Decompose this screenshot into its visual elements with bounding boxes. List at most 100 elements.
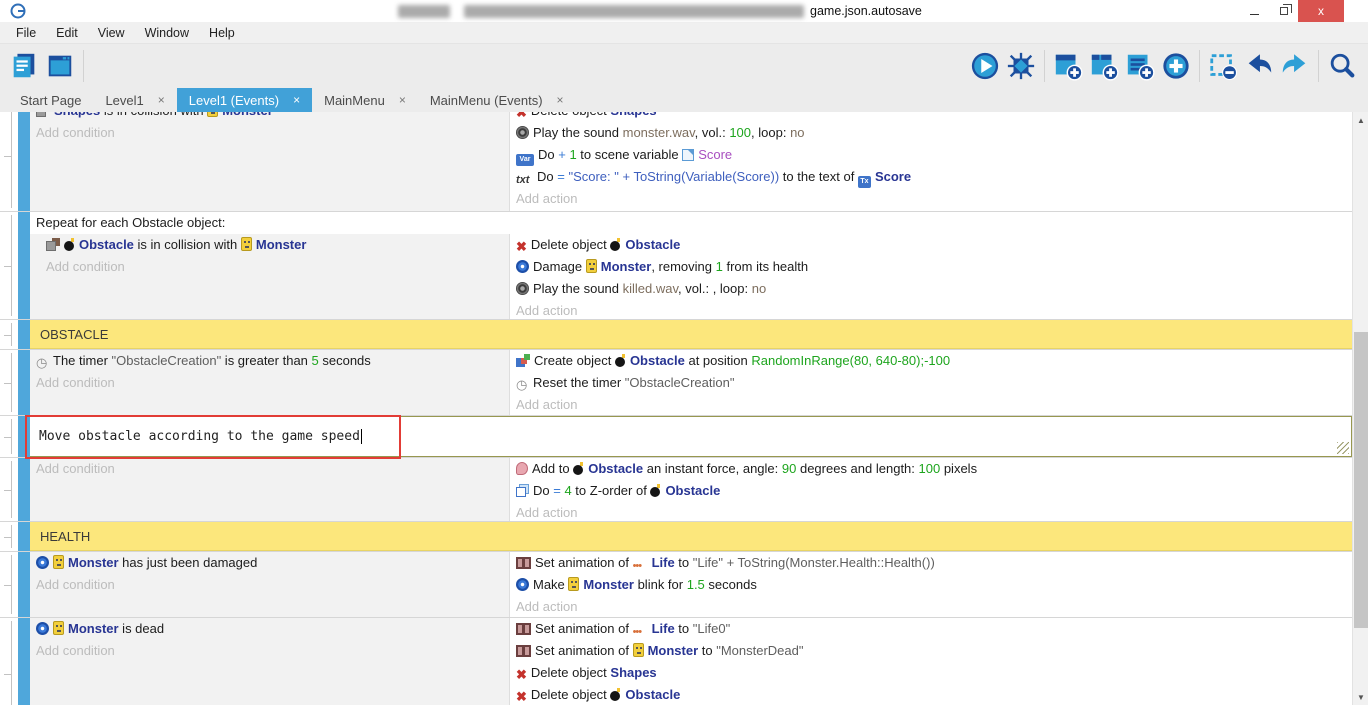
close-tab-icon[interactable]: × xyxy=(399,93,406,107)
event-selection-bar[interactable] xyxy=(18,212,30,319)
close-tab-icon[interactable]: × xyxy=(557,93,564,107)
menu-view[interactable]: View xyxy=(88,22,135,44)
add-condition-button[interactable]: Add condition xyxy=(30,574,509,596)
scene-editor-button[interactable] xyxy=(42,48,78,84)
add-action-button[interactable]: Add action xyxy=(510,300,1352,320)
tab-mainmenu[interactable]: MainMenu× xyxy=(312,88,418,112)
action-row[interactable]: Play the sound killed.wav, vol.: , loop:… xyxy=(510,278,1352,300)
tab-start-page[interactable]: Start Page xyxy=(8,88,93,112)
action-row[interactable]: Do + 1 to scene variable Score xyxy=(510,144,1352,166)
action-row[interactable]: Set animation of Life to "Life" + ToStri… xyxy=(510,552,1352,574)
text-segment: Obstacle xyxy=(665,483,720,498)
text-segment: Make xyxy=(533,577,568,592)
comment-banner[interactable]: OBSTACLE xyxy=(30,320,1352,349)
text-segment: 100 xyxy=(919,461,941,476)
event-selection-bar[interactable] xyxy=(18,416,30,457)
add-condition-button[interactable]: Add condition xyxy=(30,458,509,480)
event-selection-bar[interactable] xyxy=(18,458,30,521)
text-segment: , vol.: xyxy=(695,125,730,140)
event-content: The timer "ObstacleCreation" is greater … xyxy=(30,350,1352,415)
event-selection-bar[interactable] xyxy=(18,552,30,617)
text-segment: 1.5 xyxy=(687,577,705,592)
tab-level1[interactable]: Level1× xyxy=(93,88,176,112)
add-comment-button[interactable] xyxy=(1122,48,1158,84)
action-row[interactable]: Do = 4 to Z-order of Obstacle xyxy=(510,480,1352,502)
close-tab-icon[interactable]: × xyxy=(158,93,165,107)
debug-button[interactable] xyxy=(1003,48,1039,84)
play-button[interactable] xyxy=(967,48,1003,84)
menu-window[interactable]: Window xyxy=(135,22,199,44)
add-action-button[interactable]: Add action xyxy=(510,596,1352,618)
event-selection-bar[interactable] xyxy=(18,618,30,705)
action-row[interactable]: Delete object Obstacle xyxy=(510,234,1352,256)
comment-edit-input[interactable]: Move obstacle according to the game spee… xyxy=(30,416,1352,457)
action-row[interactable]: Add to Obstacle an instant force, angle:… xyxy=(510,458,1352,480)
menu-edit[interactable]: Edit xyxy=(46,22,88,44)
action-row[interactable]: Damage Monster, removing 1 from its heal… xyxy=(510,256,1352,278)
event-selection-bar[interactable] xyxy=(18,112,30,211)
condition-row[interactable]: Monster is dead xyxy=(30,618,509,640)
text-segment: Delete object xyxy=(531,665,611,680)
obstacle-icon xyxy=(610,688,621,701)
remove-selection-button[interactable] xyxy=(1205,48,1241,84)
event-selection-bar[interactable] xyxy=(18,522,30,551)
scroll-down-arrow-icon[interactable]: ▼ xyxy=(1353,689,1368,705)
action-row[interactable]: Make Monster blink for 1.5 seconds xyxy=(510,574,1352,596)
condition-row[interactable]: Obstacle is in collision with Monster xyxy=(30,234,509,256)
add-condition-button[interactable]: Add condition xyxy=(30,122,509,144)
condition-row[interactable]: The timer "ObstacleCreation" is greater … xyxy=(30,350,509,372)
toolbar-separator xyxy=(1044,50,1045,82)
text-segment: from its health xyxy=(723,259,808,274)
add-new-button[interactable] xyxy=(1158,48,1194,84)
undo-button[interactable] xyxy=(1241,48,1277,84)
action-row[interactable]: Set animation of Life to "Life0" xyxy=(510,618,1352,640)
text-segment: The timer xyxy=(53,353,112,368)
add-sub-event-button[interactable] xyxy=(1086,48,1122,84)
add-action-button[interactable]: Add action xyxy=(510,502,1352,522)
action-row[interactable]: Do = "Score: " + ToString(Variable(Score… xyxy=(510,166,1352,188)
scroll-up-arrow-icon[interactable]: ▲ xyxy=(1353,112,1368,128)
action-row[interactable]: Create object Obstacle at position Rando… xyxy=(510,350,1352,372)
text-segment: Do xyxy=(538,147,558,162)
action-row[interactable]: Delete object Shapes xyxy=(510,662,1352,684)
damage-icon xyxy=(36,556,49,569)
tab-mainmenu-events[interactable]: MainMenu (Events)× xyxy=(418,88,576,112)
conditions-column: Monster is deadAdd condition xyxy=(30,618,510,705)
add-action-button[interactable]: Add action xyxy=(510,394,1352,416)
add-condition-button[interactable]: Add condition xyxy=(30,372,509,394)
add-condition-button[interactable]: Add condition xyxy=(30,256,509,278)
menu-help[interactable]: Help xyxy=(199,22,245,44)
event-selection-bar[interactable] xyxy=(18,350,30,415)
scrollbar-thumb[interactable] xyxy=(1354,332,1368,628)
action-row[interactable]: Delete object Shapes xyxy=(510,112,1352,122)
sound-icon xyxy=(516,126,529,139)
text-segment: Delete object xyxy=(531,112,611,118)
action-row[interactable]: Delete object Obstacle xyxy=(510,684,1352,705)
redo-button[interactable] xyxy=(1277,48,1313,84)
menu-file[interactable]: File xyxy=(6,22,46,44)
event-selection-bar[interactable] xyxy=(18,320,30,349)
action-row[interactable]: Reset the timer "ObstacleCreation" xyxy=(510,372,1352,394)
minimize-button[interactable] xyxy=(1240,0,1269,22)
close-button[interactable]: x xyxy=(1298,0,1344,22)
text-segment: pixels xyxy=(940,461,977,476)
action-row[interactable]: Play the sound monster.wav, vol.: 100, l… xyxy=(510,122,1352,144)
add-condition-button[interactable]: Add condition xyxy=(30,640,509,662)
tab-level1-events[interactable]: Level1 (Events)× xyxy=(177,88,312,112)
condition-row[interactable]: Shapes is in collision with Monster xyxy=(30,112,509,122)
timer-icon xyxy=(36,352,49,372)
resize-handle-icon[interactable] xyxy=(1337,442,1349,454)
action-row[interactable]: Set animation of Monster to "MonsterDead… xyxy=(510,640,1352,662)
vertical-scrollbar[interactable]: ▲ ▼ xyxy=(1352,112,1368,705)
text-segment: Reset the timer xyxy=(533,375,625,390)
add-event-button[interactable] xyxy=(1050,48,1086,84)
restore-button[interactable] xyxy=(1269,0,1298,22)
add-action-button[interactable]: Add action xyxy=(510,188,1352,210)
close-tab-icon[interactable]: × xyxy=(293,93,300,107)
damage-icon xyxy=(516,578,529,591)
condition-row[interactable]: Monster has just been damaged xyxy=(30,552,509,574)
comment-banner[interactable]: HEALTH xyxy=(30,522,1352,551)
project-manager-button[interactable] xyxy=(6,48,42,84)
damage-icon xyxy=(516,260,529,273)
search-button[interactable] xyxy=(1324,48,1360,84)
